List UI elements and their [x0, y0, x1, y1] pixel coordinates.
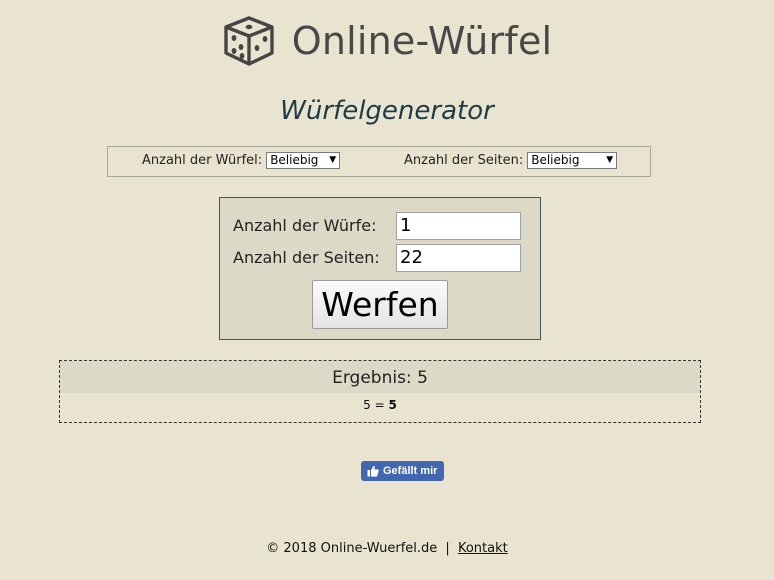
result-heading: Ergebnis: 5 — [60, 361, 700, 393]
result-box: Ergebnis: 5 5 = 5 — [59, 360, 701, 423]
copyright-text: © 2018 Online-Wuerfel.de — [266, 541, 438, 556]
dice-count-value: Beliebig — [270, 153, 319, 167]
sides-setting: Anzahl der Seiten: Beliebig ▼ — [404, 152, 618, 169]
sides-select[interactable]: Beliebig ▼ — [527, 152, 618, 169]
result-sum: 5 — [388, 398, 397, 412]
sides-input-label: Anzahl der Seiten: — [233, 248, 380, 267]
dice-count-label: Anzahl der Würfel: — [142, 153, 263, 168]
site-footer: © 2018 Online-Wuerfel.de | Kontakt — [0, 541, 774, 557]
sides-input[interactable]: 22 — [396, 244, 521, 272]
dice-icon — [224, 16, 274, 66]
dropdown-arrow-icon: ▼ — [606, 155, 614, 165]
rolls-input[interactable]: 1 — [396, 212, 521, 240]
like-button-label: Gefällt mir — [383, 465, 438, 477]
contact-link[interactable]: Kontakt — [458, 541, 508, 556]
settings-bar: Anzahl der Würfel: Beliebig ▼ Anzahl der… — [107, 146, 651, 177]
roll-form: Anzahl der Würfe: 1 Anzahl der Seiten: 2… — [219, 197, 541, 340]
site-header: Online-Würfel — [0, 12, 774, 70]
rolls-label: Anzahl der Würfe: — [233, 216, 377, 235]
site-title: Online-Würfel — [291, 19, 553, 63]
sides-label: Anzahl der Seiten: — [404, 153, 524, 168]
footer-separator: | — [445, 541, 450, 556]
roll-button[interactable]: Werfen — [312, 280, 448, 329]
thumbs-up-icon — [367, 465, 379, 477]
like-button[interactable]: Gefällt mir — [361, 461, 444, 481]
result-detail: 5 = 5 — [60, 397, 700, 413]
page-subtitle: Würfelgenerator — [280, 96, 494, 126]
dice-count-setting: Anzahl der Würfel: Beliebig ▼ — [142, 152, 341, 169]
sides-value: Beliebig — [531, 153, 580, 167]
dropdown-arrow-icon: ▼ — [329, 155, 337, 165]
dice-count-select[interactable]: Beliebig ▼ — [266, 152, 341, 169]
result-detail-prefix: 5 = — [363, 398, 389, 412]
